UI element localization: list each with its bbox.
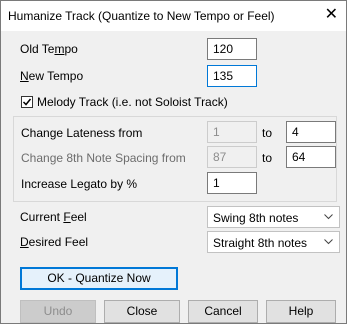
current-feel-label: Current Feel bbox=[20, 210, 87, 224]
close-icon[interactable]: ✕ bbox=[325, 6, 338, 24]
new-tempo-label-accel: N bbox=[20, 69, 29, 83]
lateness-to-input[interactable]: 4 bbox=[286, 121, 336, 143]
current-feel-select[interactable]: Swing 8th notes bbox=[207, 206, 340, 228]
lateness-label: Change Lateness from bbox=[21, 126, 143, 140]
new-tempo-label: New Tempo bbox=[20, 69, 83, 83]
current-feel-label-post: eel bbox=[70, 210, 87, 224]
cancel-button[interactable]: Cancel bbox=[188, 300, 258, 323]
spacing-to-label: to bbox=[262, 151, 273, 165]
desired-feel-label: Desired Feel bbox=[20, 235, 88, 249]
desired-feel-label-post: esired Feel bbox=[28, 235, 89, 249]
melody-track-label: Melody Track (i.e. not Soloist Track) bbox=[37, 95, 228, 109]
ok-quantize-now-button[interactable]: OK - Quantize Now bbox=[20, 267, 178, 290]
old-tempo-label-pre: Old Te bbox=[20, 42, 55, 56]
legato-label: Increase Legato by % bbox=[21, 177, 138, 191]
current-feel-value: Swing 8th notes bbox=[213, 211, 299, 225]
title-bar: Humanize Track (Quantize to New Tempo or… bbox=[1, 1, 346, 31]
lateness-to-label: to bbox=[262, 126, 273, 140]
chevron-down-icon bbox=[324, 239, 333, 245]
melody-track-checkbox[interactable] bbox=[21, 96, 33, 108]
current-feel-label-accel: F bbox=[63, 210, 71, 224]
desired-feel-value: Straight 8th notes bbox=[213, 236, 308, 250]
lateness-from-input[interactable]: 1 bbox=[207, 121, 257, 143]
spacing-to-input[interactable]: 64 bbox=[286, 146, 336, 168]
old-tempo-label: Old Tempo bbox=[20, 42, 78, 56]
spacing-from-input[interactable]: 87 bbox=[207, 146, 257, 168]
desired-feel-label-accel: D bbox=[20, 235, 29, 249]
checkmark-icon bbox=[22, 98, 32, 106]
undo-button[interactable]: Undo bbox=[20, 300, 96, 323]
old-tempo-label-accel: m bbox=[54, 42, 65, 56]
current-feel-label-pre: Current bbox=[20, 210, 64, 224]
humanize-track-dialog: Humanize Track (Quantize to New Tempo or… bbox=[0, 0, 347, 324]
legato-input[interactable]: 1 bbox=[207, 172, 257, 194]
help-button[interactable]: Help bbox=[266, 300, 336, 323]
new-tempo-label-post: ew Tempo bbox=[28, 69, 84, 83]
new-tempo-input[interactable]: 135 bbox=[207, 65, 257, 87]
close-button[interactable]: Close bbox=[104, 300, 180, 323]
old-tempo-label-post: po bbox=[64, 42, 78, 56]
chevron-down-icon bbox=[324, 214, 333, 220]
desired-feel-select[interactable]: Straight 8th notes bbox=[207, 231, 340, 253]
spacing-label: Change 8th Note Spacing from bbox=[21, 151, 186, 165]
dialog-title: Humanize Track (Quantize to New Tempo or… bbox=[8, 9, 275, 23]
old-tempo-input[interactable]: 120 bbox=[207, 38, 257, 60]
